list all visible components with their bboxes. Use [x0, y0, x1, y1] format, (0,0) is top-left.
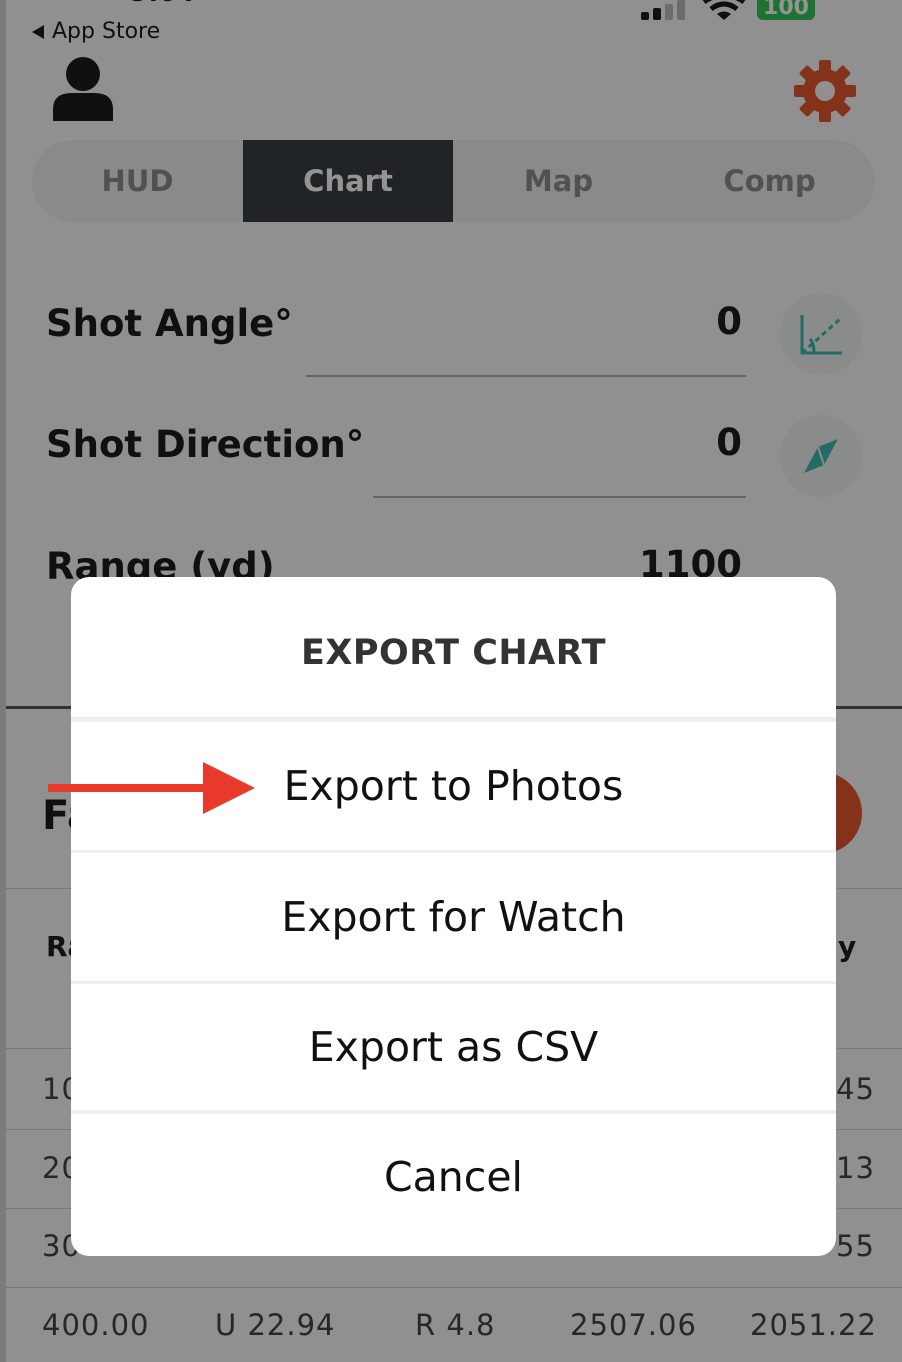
export-as-csv-button[interactable]: Export as CSV — [71, 983, 836, 1111]
export-chart-action-sheet: EXPORT CHART Export to Photos Export for… — [71, 577, 836, 1256]
export-for-watch-button[interactable]: Export for Watch — [71, 853, 836, 981]
action-sheet-title: EXPORT CHART — [300, 633, 607, 673]
cancel-button[interactable]: Cancel — [71, 1113, 836, 1241]
red-arrow-icon — [48, 762, 255, 814]
